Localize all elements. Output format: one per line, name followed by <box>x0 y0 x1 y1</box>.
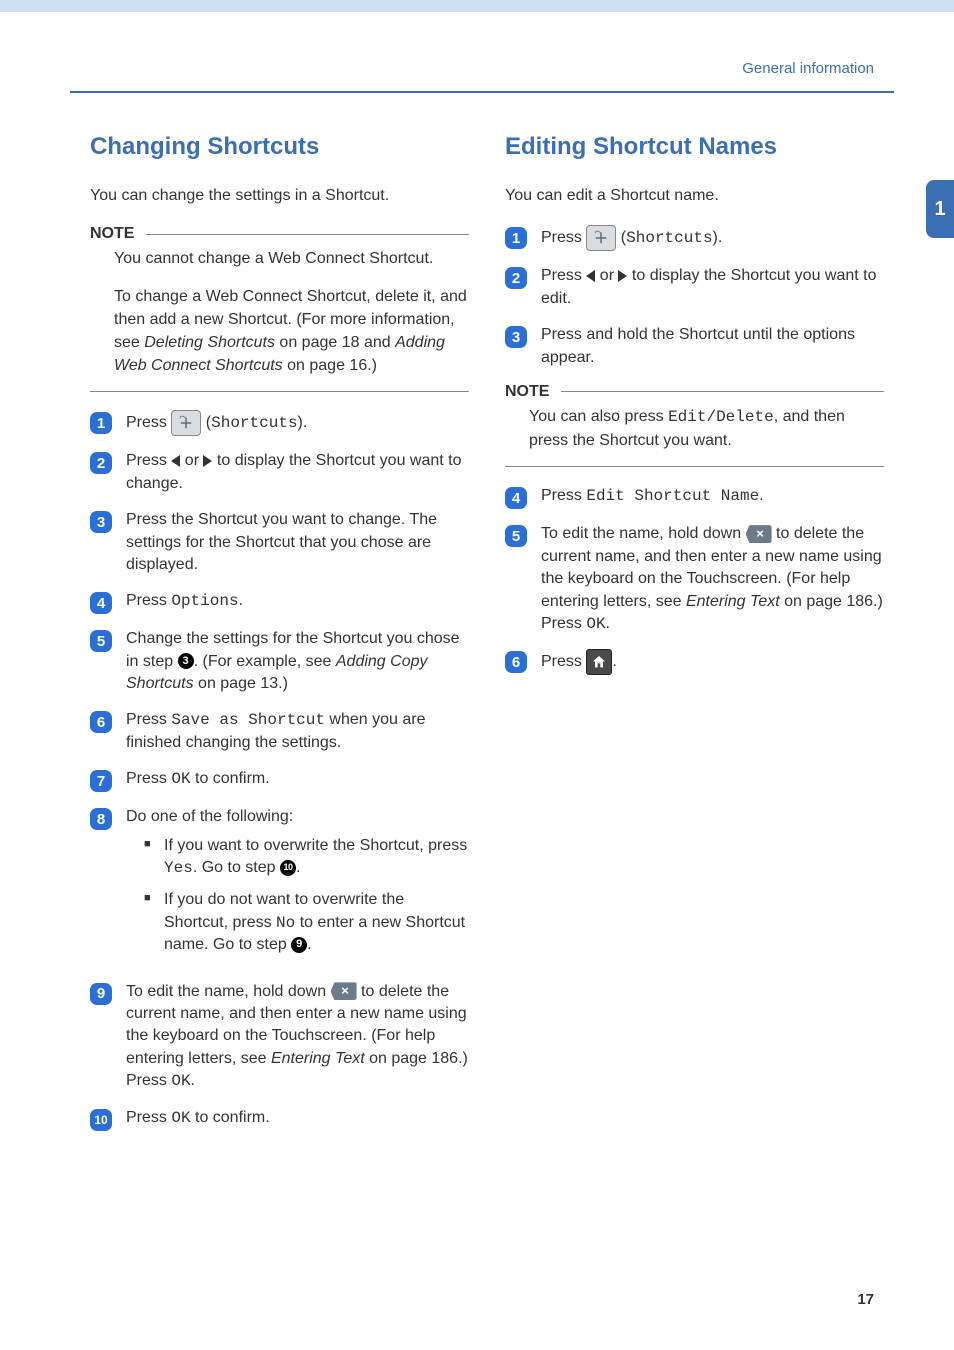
step-badge: 1 <box>90 412 112 434</box>
left-column: Changing Shortcuts You can change the se… <box>90 133 469 1145</box>
note-rule <box>146 234 469 235</box>
step-ref-10: 10 <box>280 860 296 876</box>
step-3: 3 Press the Shortcut you want to change.… <box>90 509 469 576</box>
step-8: 8 Do one of the following: If you want t… <box>90 806 469 966</box>
top-bar <box>0 0 954 12</box>
step-badge: 5 <box>90 630 112 652</box>
page: General information 1 Changing Shortcuts… <box>0 0 954 1350</box>
bullet-list: If you want to overwrite the Shortcut, p… <box>144 835 469 957</box>
step-6: 6 Press Save as Shortcut when you are fi… <box>90 709 469 754</box>
step-badge: 9 <box>90 983 112 1005</box>
section-title-editing: Editing Shortcut Names <box>505 133 884 161</box>
note-end-rule <box>90 391 469 392</box>
step-5: 5 Change the settings for the Shortcut y… <box>90 628 469 695</box>
step-9: 9 To edit the name, hold down to delete … <box>90 981 469 1093</box>
step-ref-9: 9 <box>291 937 307 953</box>
note-label: NOTE <box>505 383 549 401</box>
chapter-tab: 1 <box>926 180 954 238</box>
shortcuts-icon <box>171 410 201 436</box>
step-badge: 5 <box>505 525 527 547</box>
right-column: Editing Shortcut Names You can edit a Sh… <box>505 133 884 1145</box>
shortcuts-icon <box>586 225 616 251</box>
note-body-left: You cannot change a Web Connect Shortcut… <box>114 247 469 377</box>
note-end-rule <box>505 466 884 467</box>
step-2: 2 Press or to display the Shortcut you w… <box>90 450 469 495</box>
step-7: 7 Press OK to confirm. <box>90 768 469 792</box>
step-4: 4 Press Options. <box>90 590 469 614</box>
step-badge: 6 <box>505 651 527 673</box>
step-1: 1 Press (Shortcuts). <box>90 410 469 436</box>
step-badge: 2 <box>505 267 527 289</box>
note-heading-left: NOTE <box>90 225 469 243</box>
list-item: If you want to overwrite the Shortcut, p… <box>144 835 469 880</box>
page-number: 17 <box>857 1291 874 1308</box>
intro-right: You can edit a Shortcut name. <box>505 185 884 207</box>
left-arrow-icon <box>171 455 180 467</box>
step-badge: 3 <box>505 326 527 348</box>
left-arrow-icon <box>586 270 595 282</box>
step-badge: 1 <box>505 227 527 249</box>
note-body-right: You can also press Edit/Delete, and then… <box>529 405 884 452</box>
step-badge: 8 <box>90 808 112 830</box>
step-badge: 10 <box>90 1109 112 1131</box>
r-step-4: 4 Press Edit Shortcut Name. <box>505 485 884 509</box>
r-step-5: 5 To edit the name, hold down to delete … <box>505 523 884 635</box>
step-badge: 7 <box>90 770 112 792</box>
backspace-icon <box>746 525 772 543</box>
list-item: If you do not want to overwrite the Shor… <box>144 889 469 956</box>
note-p2: To change a Web Connect Shortcut, delete… <box>114 285 469 378</box>
r-step-6: 6 Press . <box>505 649 884 675</box>
step-badge: 4 <box>505 487 527 509</box>
section-title-changing: Changing Shortcuts <box>90 133 469 161</box>
content: Changing Shortcuts You can change the se… <box>0 93 954 1145</box>
step-badge: 6 <box>90 711 112 733</box>
backspace-icon <box>331 982 357 1000</box>
r-step-1: 1 Press (Shortcuts). <box>505 225 884 251</box>
note-label: NOTE <box>90 225 134 243</box>
note-rule <box>561 391 884 392</box>
note-p1: You cannot change a Web Connect Shortcut… <box>114 247 469 270</box>
home-icon <box>586 649 612 675</box>
r-step-3: 3 Press and hold the Shortcut until the … <box>505 324 884 369</box>
step-badge: 3 <box>90 511 112 533</box>
step-10: 10 Press OK to confirm. <box>90 1107 469 1131</box>
step-badge: 2 <box>90 452 112 474</box>
step-ref-3: 3 <box>178 653 194 669</box>
r-step-2: 2 Press or to display the Shortcut you w… <box>505 265 884 310</box>
note-heading-right: NOTE <box>505 383 884 401</box>
step-badge: 4 <box>90 592 112 614</box>
header-label: General information <box>0 60 874 77</box>
intro-left: You can change the settings in a Shortcu… <box>90 185 469 207</box>
note-p1: You can also press Edit/Delete, and then… <box>529 405 884 452</box>
